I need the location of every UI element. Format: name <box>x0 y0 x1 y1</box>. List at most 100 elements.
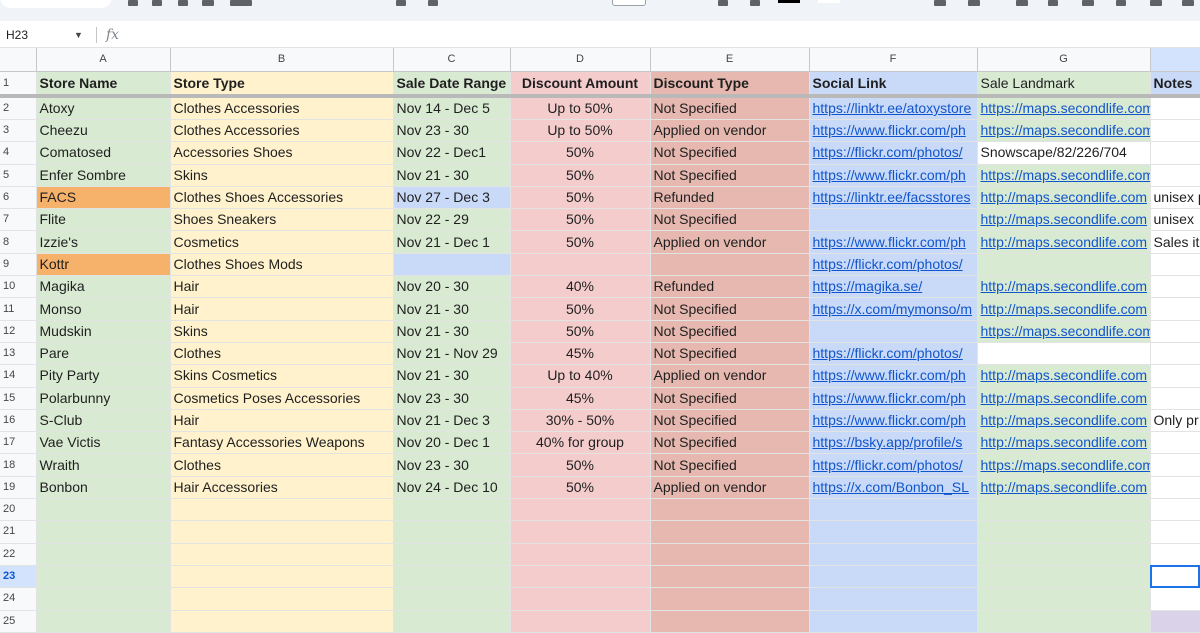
row-header[interactable]: 18 <box>0 453 37 477</box>
header-sale-date-range[interactable]: Sale Date Range <box>393 71 511 98</box>
cell-notes[interactable] <box>1150 164 1200 187</box>
cell-discount-type[interactable]: Not Specified <box>650 409 810 433</box>
cell-sale-date-range[interactable]: Nov 24 - Dec 10 <box>393 476 511 500</box>
empty-cell[interactable] <box>977 498 1151 522</box>
fill-color-icon[interactable] <box>818 0 840 3</box>
cell-social-link[interactable]: https://bsky.app/profile/s <box>809 431 978 455</box>
empty-cell[interactable] <box>1150 498 1200 522</box>
social-link[interactable]: https://www.flickr.com/ph <box>813 167 966 183</box>
empty-cell[interactable] <box>393 498 511 522</box>
column-header-b[interactable]: B <box>170 48 394 72</box>
cell-notes[interactable] <box>1150 96 1200 120</box>
cell-sale-landmark[interactable]: http://maps.secondlife.com <box>977 275 1151 299</box>
cell-store-name[interactable]: Pity Party <box>36 364 171 388</box>
empty-cell[interactable] <box>809 587 978 611</box>
cell-discount-type[interactable]: Refunded <box>650 275 810 299</box>
column-header-h[interactable] <box>1150 48 1200 72</box>
cell-discount-amount[interactable]: Up to 50% <box>510 119 651 143</box>
row-header[interactable]: 12 <box>0 320 37 343</box>
cell-sale-date-range[interactable]: Nov 27 - Dec 3 <box>393 186 511 210</box>
empty-cell[interactable] <box>36 520 171 544</box>
landmark-link[interactable]: https://maps.secondlife.com <box>981 122 1150 138</box>
cell-discount-type[interactable]: Applied on vendor <box>650 230 810 254</box>
cell-store-name[interactable]: Flite <box>36 208 171 232</box>
cell-discount-type[interactable]: Applied on vendor <box>650 119 810 143</box>
cell-sale-landmark[interactable]: Snowscape/82/226/704 <box>977 141 1151 165</box>
font-size-box[interactable] <box>612 0 646 6</box>
cell-discount-amount[interactable]: 50% <box>510 230 651 254</box>
cell-notes[interactable] <box>1150 387 1200 410</box>
cell-store-type[interactable]: Clothes <box>170 453 394 477</box>
cell-social-link[interactable]: https://flickr.com/photos/ <box>809 342 978 366</box>
cell-sale-date-range[interactable]: Nov 21 - Dec 3 <box>393 409 511 433</box>
social-link[interactable]: https://www.flickr.com/ph <box>813 122 966 138</box>
cell-store-name[interactable]: Wraith <box>36 453 171 477</box>
cell-store-type[interactable]: Clothes Accessories <box>170 96 394 120</box>
cell-discount-type[interactable]: Not Specified <box>650 96 810 120</box>
cell-sale-landmark[interactable]: https://maps.secondlife.com <box>977 164 1151 187</box>
header-store-type[interactable]: Store Type <box>170 71 394 98</box>
landmark-link[interactable]: https://maps.secondlife.com <box>981 457 1150 473</box>
social-link[interactable]: https://x.com/mymonso/m <box>813 301 972 317</box>
cell-sale-landmark[interactable]: http://maps.secondlife.com <box>977 364 1151 388</box>
cell-notes[interactable] <box>1150 119 1200 143</box>
empty-cell[interactable] <box>1150 610 1200 633</box>
cell-store-name[interactable]: Atoxy <box>36 96 171 120</box>
cell-discount-amount[interactable]: 50% <box>510 164 651 187</box>
cell-sale-landmark[interactable] <box>977 253 1151 277</box>
cell-sale-date-range[interactable]: Nov 21 - 30 <box>393 320 511 343</box>
cell-store-name[interactable]: Pare <box>36 342 171 366</box>
row-header[interactable]: 21 <box>0 520 37 544</box>
cell-store-type[interactable]: Accessories Shoes <box>170 141 394 165</box>
empty-cell[interactable] <box>977 543 1151 566</box>
header-notes[interactable]: Notes <box>1150 71 1200 98</box>
cell-notes[interactable] <box>1150 320 1200 343</box>
cell-discount-amount[interactable]: 50% <box>510 141 651 165</box>
cell-sale-date-range[interactable] <box>393 253 511 277</box>
cell-discount-amount[interactable]: 50% <box>510 208 651 232</box>
cell-store-type[interactable]: Hair <box>170 297 394 321</box>
cell-store-name[interactable]: Mudskin <box>36 320 171 343</box>
row-header[interactable]: 2 <box>0 96 37 120</box>
social-link[interactable]: https://bsky.app/profile/s <box>813 434 963 450</box>
empty-cell[interactable] <box>977 587 1151 611</box>
cell-discount-amount[interactable]: 45% <box>510 387 651 410</box>
cell-sale-date-range[interactable]: Nov 21 - Dec 1 <box>393 230 511 254</box>
cell-store-name[interactable]: Vae Victis <box>36 431 171 455</box>
cell-discount-amount[interactable]: 40% <box>510 275 651 299</box>
cell-discount-type[interactable] <box>650 253 810 277</box>
row-header[interactable]: 24 <box>0 587 37 611</box>
empty-cell[interactable] <box>36 498 171 522</box>
row-header[interactable]: 9 <box>0 253 37 277</box>
empty-cell[interactable] <box>393 565 511 589</box>
cell-notes[interactable] <box>1150 364 1200 388</box>
cell-discount-type[interactable]: Not Specified <box>650 387 810 410</box>
cell-store-type[interactable]: Shoes Sneakers <box>170 208 394 232</box>
social-link[interactable]: https://linktr.ee/facsstores <box>813 189 971 205</box>
cell-social-link[interactable] <box>809 320 978 343</box>
empty-cell[interactable] <box>170 565 394 589</box>
cell-notes[interactable] <box>1150 453 1200 477</box>
cell-store-type[interactable]: Skins Cosmetics <box>170 364 394 388</box>
row-header[interactable]: 6 <box>0 186 37 210</box>
cell-sale-landmark[interactable]: http://maps.secondlife.com <box>977 431 1151 455</box>
landmark-link[interactable]: http://maps.secondlife.com <box>981 412 1148 428</box>
cell-sale-landmark[interactable]: https://maps.secondlife.com <box>977 119 1151 143</box>
cell-sale-landmark[interactable]: http://maps.secondlife.com <box>977 409 1151 433</box>
cell-discount-amount[interactable]: Up to 50% <box>510 96 651 120</box>
cell-store-type[interactable]: Clothes Accessories <box>170 119 394 143</box>
cell-store-type[interactable]: Clothes Shoes Accessories <box>170 186 394 210</box>
header-discount-type[interactable]: Discount Type <box>650 71 810 98</box>
cell-store-type[interactable]: Skins <box>170 320 394 343</box>
cell-social-link[interactable] <box>809 208 978 232</box>
empty-cell[interactable] <box>393 543 511 566</box>
empty-cell[interactable] <box>809 543 978 566</box>
italic-icon[interactable] <box>718 0 728 6</box>
social-link[interactable]: https://x.com/Bonbon_SL <box>813 479 969 495</box>
cell-sale-date-range[interactable]: Nov 23 - 30 <box>393 119 511 143</box>
row-header[interactable]: 25 <box>0 610 37 633</box>
active-cell-h23[interactable] <box>1150 565 1200 589</box>
cell-notes[interactable] <box>1150 476 1200 500</box>
cell-discount-amount[interactable] <box>510 253 651 277</box>
row-header[interactable]: 23 <box>0 565 37 589</box>
